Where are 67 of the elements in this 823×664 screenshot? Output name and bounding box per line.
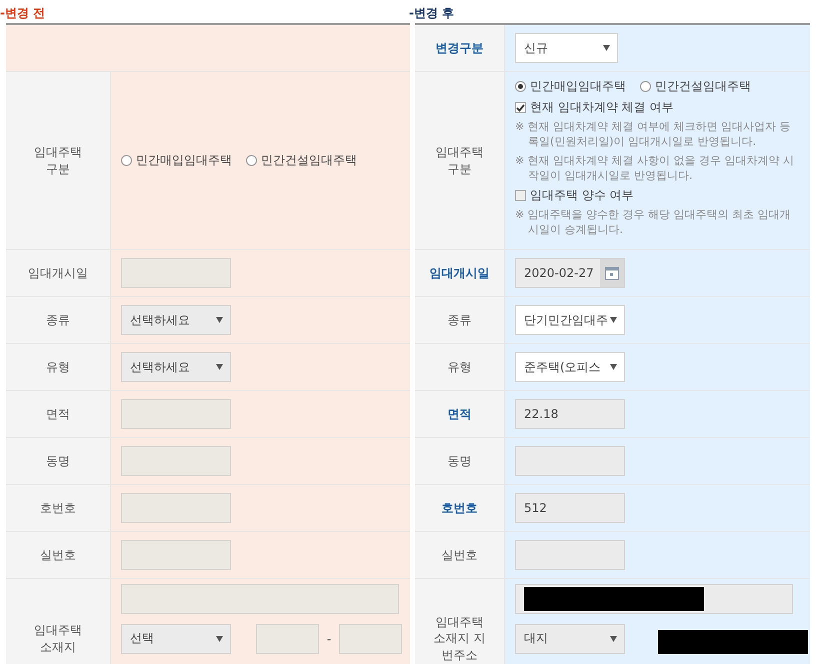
field-label: 동명 bbox=[446, 452, 472, 470]
input-field[interactable]: 22.18 bbox=[515, 399, 625, 429]
input-field[interactable] bbox=[339, 624, 402, 654]
calendar-button[interactable] bbox=[600, 259, 624, 287]
caret-icon bbox=[610, 364, 617, 370]
field-label: 면적 bbox=[446, 406, 472, 422]
field-label: 임대개시일 bbox=[27, 264, 89, 282]
caret-icon bbox=[216, 636, 223, 642]
caret-icon bbox=[610, 636, 617, 642]
dropdown[interactable]: 준주택(오피스 bbox=[515, 352, 625, 382]
input-field[interactable]: 512 bbox=[515, 493, 625, 523]
section-title: -변경 전 bbox=[0, 5, 46, 22]
dropdown[interactable]: 선택 bbox=[121, 624, 231, 654]
dropdown[interactable]: 대지 bbox=[515, 624, 625, 654]
input-field[interactable] bbox=[121, 399, 231, 429]
dropdown[interactable]: 신규 bbox=[515, 33, 618, 63]
input-field[interactable] bbox=[121, 258, 231, 288]
field-label: 종류 bbox=[45, 312, 71, 328]
input-field[interactable] bbox=[515, 446, 625, 476]
field-label: 동명 bbox=[45, 452, 71, 470]
note-text: ※ 현재 임대차계약 체결 사항이 없을 경우 임대차계약 시작일이 임대개시일로 반영됩니다. bbox=[515, 154, 796, 184]
radio-icon[interactable] bbox=[640, 81, 651, 92]
radio-icon[interactable] bbox=[121, 155, 132, 166]
dropdown[interactable]: 단기민간임대주 bbox=[515, 305, 625, 335]
checkbox[interactable] bbox=[515, 190, 526, 202]
field-label: 유형 bbox=[45, 358, 71, 376]
field-label: 임대개시일 bbox=[428, 264, 490, 282]
checkbox-option[interactable]: 임대주택 양수 여부 bbox=[515, 187, 634, 204]
radio-icon[interactable] bbox=[515, 81, 526, 92]
caret-icon bbox=[603, 45, 610, 51]
field-label: 임대주택 구분 bbox=[434, 144, 484, 177]
caret-icon bbox=[610, 317, 617, 323]
field-label: 유형 bbox=[446, 358, 472, 376]
input-field[interactable] bbox=[515, 584, 793, 614]
caret-icon bbox=[216, 364, 223, 370]
note-text: ※ 임대주택을 양수한 경우 해당 임대주택의 최초 임대개시일이 승계됩니다. bbox=[515, 208, 792, 238]
section-title: -변경 후 bbox=[409, 5, 456, 22]
note-text: ※ 현재 임대차계약 체결 여부에 체크하면 임대사업자 등록일(민원처리일)이 임대개시일로 반영됩니다. bbox=[515, 120, 792, 150]
radio-option[interactable]: 민간건설임대주택 bbox=[246, 152, 357, 169]
separator-text: - bbox=[326, 632, 332, 646]
date-field[interactable]: 2020-02-27 bbox=[515, 258, 625, 288]
input-field[interactable] bbox=[121, 540, 231, 570]
field-label: 종류 bbox=[446, 312, 472, 328]
checkbox[interactable] bbox=[515, 102, 526, 113]
field-label: 호번호 bbox=[440, 500, 478, 516]
input-field[interactable] bbox=[121, 493, 231, 523]
field-label: 실번호 bbox=[39, 546, 77, 564]
input-field[interactable] bbox=[121, 446, 231, 476]
dropdown[interactable]: 선택하세요 bbox=[121, 305, 231, 335]
radio-option[interactable]: 민간매입임대주택 bbox=[121, 152, 232, 169]
input-field[interactable] bbox=[256, 624, 319, 654]
field-label: 실번호 bbox=[440, 546, 478, 564]
input-field[interactable] bbox=[515, 540, 625, 570]
input-field[interactable] bbox=[121, 584, 399, 614]
field-label: 변경구분 bbox=[434, 40, 484, 56]
field-label: 면적 bbox=[45, 406, 71, 422]
radio-icon[interactable] bbox=[246, 155, 257, 166]
field-label: 호번호 bbox=[39, 500, 77, 516]
dropdown[interactable]: 선택하세요 bbox=[121, 352, 231, 382]
calendar-icon bbox=[605, 266, 619, 280]
radio-option[interactable]: 민간건설임대주택 bbox=[640, 78, 751, 95]
radio-option[interactable]: 민간매입임대주택 bbox=[515, 78, 626, 95]
field-label: 임대주택 구분 bbox=[33, 144, 83, 177]
checkbox-option[interactable]: 현재 임대차계약 체결 여부 bbox=[515, 99, 674, 116]
field-label: 임대주택 소재지 지번주소 bbox=[432, 614, 486, 663]
caret-icon bbox=[216, 317, 223, 323]
field-label: 임대주택 소재지 bbox=[33, 622, 83, 655]
